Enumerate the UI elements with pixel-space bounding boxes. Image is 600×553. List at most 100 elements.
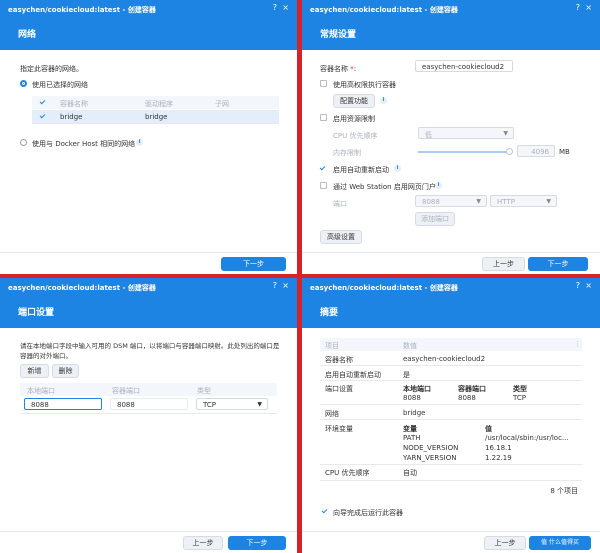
high-privilege-checkbox[interactable] <box>320 80 327 87</box>
ports-table-header <box>20 383 277 396</box>
next-button[interactable]: 下一步 <box>528 257 588 271</box>
port-settings-panel: easychen/cookiecloud:latest - 创建容器 ? × 端… <box>0 278 297 553</box>
port-header-container: 容器端口 <box>458 385 486 393</box>
chevron-down-icon: ▼ <box>546 198 551 205</box>
help-icon[interactable]: ? <box>576 282 580 290</box>
info-icon[interactable]: i <box>136 139 143 146</box>
section-title: 端口设置 <box>0 294 297 328</box>
help-icon[interactable]: ? <box>576 4 580 12</box>
network-prompt: 指定此容器的网络。 <box>20 65 83 73</box>
row-value-network: bridge <box>403 409 426 417</box>
row-label-network: 网络 <box>325 410 339 418</box>
section-title: 网络 <box>0 16 297 50</box>
row-label-auto-restart: 启用自动重新启动 <box>325 371 381 379</box>
row-value-auto-restart: 是 <box>403 371 410 379</box>
cpu-priority-select[interactable]: 低 ▼ <box>418 127 514 139</box>
chevron-down-icon: ▼ <box>476 198 481 205</box>
row-divider <box>320 404 582 405</box>
row-driver: bridge <box>145 113 168 121</box>
help-icon[interactable]: ? <box>273 4 277 12</box>
memory-slider-track <box>418 151 510 153</box>
row-value-cpu-priority: 自动 <box>403 469 417 477</box>
port-description-line2: 容器的对外端口。 <box>20 352 72 360</box>
web-portal-label: 通过 Web Station 启用网页门户 <box>333 183 436 191</box>
cpu-priority-label: CPU 优先顺序 <box>333 132 378 140</box>
info-icon[interactable]: i <box>394 165 401 172</box>
close-icon[interactable]: × <box>282 4 289 12</box>
container-name-input[interactable]: easychen-cookiecloud2 <box>415 60 513 72</box>
port-header-type: 类型 <box>513 385 527 393</box>
item-count: 8 个项目 <box>550 487 578 495</box>
use-selected-network-radio[interactable] <box>20 80 27 87</box>
next-button[interactable]: 下一步 <box>228 536 286 550</box>
env-value: 16.18.1 <box>485 444 512 452</box>
prev-button[interactable]: 上一步 <box>484 536 526 550</box>
delete-button[interactable]: 删除 <box>52 364 79 378</box>
section-title: 常规设置 <box>302 16 600 50</box>
column-subnet: 子网 <box>215 100 229 108</box>
env-value: 1.22.19 <box>485 454 512 462</box>
memory-unit: MB <box>559 148 570 156</box>
table-divider <box>32 123 279 124</box>
row-network-name: bridge <box>60 113 83 121</box>
more-icon[interactable]: ⋮ <box>574 340 581 348</box>
row-divider <box>320 365 582 366</box>
port-label: 端口 <box>333 200 347 208</box>
run-after-label: 向导完成后运行此容器 <box>333 509 403 517</box>
memory-limit-input[interactable]: 4096 <box>517 145 555 157</box>
column-container-name: 容器名称 <box>60 100 88 108</box>
close-icon[interactable]: × <box>585 282 592 290</box>
row-label-cpu-priority: CPU 优先顺序 <box>325 469 370 477</box>
type-select[interactable]: TCP ▼ <box>196 398 268 410</box>
select-all-checkbox[interactable] <box>39 99 46 106</box>
web-portal-checkbox[interactable] <box>320 182 327 189</box>
use-selected-network-label: 使用已选择的网络 <box>32 81 88 89</box>
port-description-line1: 请在本地端口字段中输入可用的 DSM 端口，以将端口与容器端口映射。此处列出的端… <box>20 342 280 350</box>
footer: 下一步 <box>0 252 297 274</box>
next-button[interactable]: 下一步 <box>221 257 286 271</box>
auto-restart-checkbox[interactable] <box>320 165 327 172</box>
port-value-local: 8088 <box>403 394 421 402</box>
info-icon[interactable]: i <box>435 182 442 189</box>
window-title: easychen/cookiecloud:latest - 创建容器 <box>302 278 600 294</box>
table-divider <box>20 413 277 414</box>
network-panel: easychen/cookiecloud:latest - 创建容器 ? × 网… <box>0 0 297 274</box>
row-label-port-settings: 端口设置 <box>325 385 353 393</box>
advanced-settings-button[interactable]: 高级设置 <box>320 230 362 244</box>
prev-button[interactable]: 上一步 <box>183 536 223 550</box>
add-button[interactable]: 新增 <box>20 364 49 378</box>
resource-limit-checkbox[interactable] <box>320 114 327 121</box>
memory-slider-handle[interactable] <box>506 148 513 155</box>
portal-port-select[interactable]: 8088 ▼ <box>415 195 487 207</box>
prev-button[interactable]: 上一步 <box>482 257 525 271</box>
close-icon[interactable]: × <box>282 282 289 290</box>
use-host-network-label: 使用与 Docker Host 相同的网络 <box>32 140 136 148</box>
column-value: 数值 <box>403 342 417 350</box>
use-host-network-radio[interactable] <box>20 139 27 146</box>
container-port-input[interactable]: 8088 <box>110 398 188 410</box>
container-name-label: 容器名称 *: <box>320 65 357 73</box>
close-icon[interactable]: × <box>585 4 592 12</box>
memory-slider-fill <box>418 151 510 153</box>
high-privilege-label: 使用高权限执行容器 <box>333 81 396 89</box>
config-capabilities-button[interactable]: 配置功能 <box>333 94 375 108</box>
row-value-container-name: easychen-cookiecloud2 <box>403 355 486 363</box>
local-port-input[interactable]: 8088 <box>24 398 102 410</box>
info-icon[interactable]: i <box>380 97 387 104</box>
window-title: easychen/cookiecloud:latest - 创建容器 <box>0 0 297 16</box>
port-value-container: 8088 <box>458 394 476 402</box>
portal-protocol-select[interactable]: HTTP ▼ <box>490 195 557 207</box>
row-label-container-name: 容器名称 <box>325 356 353 364</box>
help-icon[interactable]: ? <box>273 282 277 290</box>
footer: 上一步 下一步 <box>0 531 297 553</box>
watermark: 值 什么值得买 <box>529 536 591 550</box>
run-after-checkbox[interactable] <box>321 508 328 515</box>
row-divider <box>320 464 582 465</box>
row-checkbox[interactable] <box>39 113 46 120</box>
env-value: /usr/local/sbin:/usr/loc... <box>485 434 569 442</box>
resource-limit-label: 启用资源限制 <box>333 115 375 123</box>
auto-restart-label: 启用自动重新启动 <box>333 166 389 174</box>
add-portal-button[interactable]: 添加端口 <box>415 212 455 226</box>
env-name: PATH <box>403 434 421 442</box>
summary-table-header <box>320 338 582 351</box>
